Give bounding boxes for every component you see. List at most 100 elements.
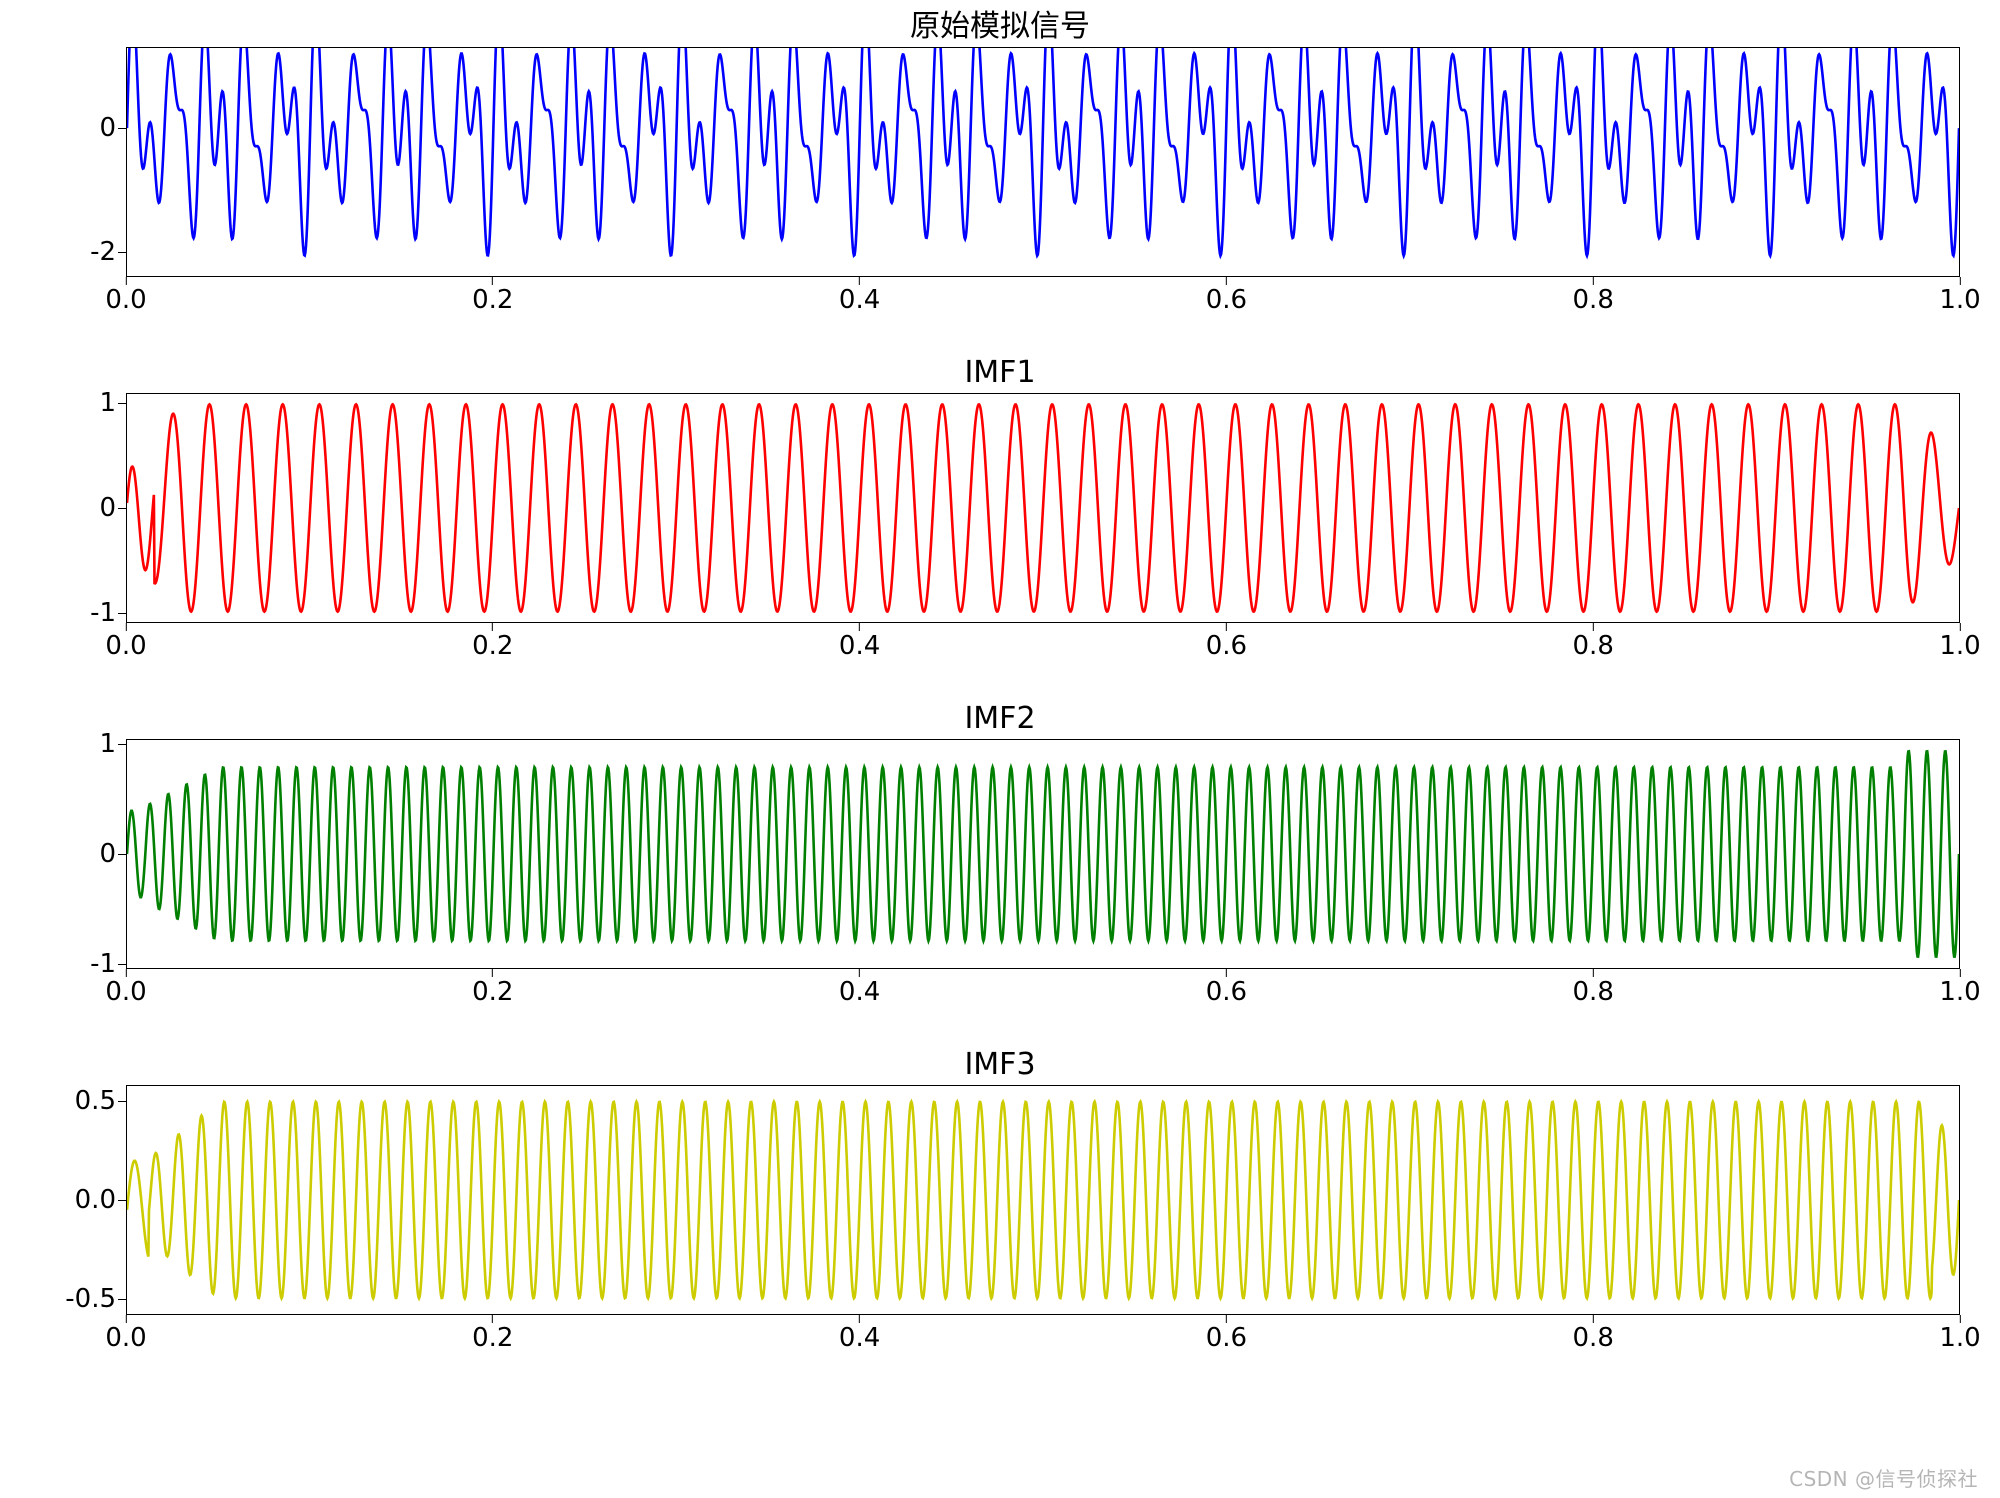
x-tick: 0.2 [472,631,513,661]
plot-title: IMF2 [40,702,1960,735]
x-tick-label: 0.8 [1573,285,1614,315]
subplot-3: IMF3-0.50.00.50.00.20.40.60.81.0 [40,1048,1960,1358]
y-tick: 0 [99,113,116,143]
y-tick: -1 [90,598,116,628]
x-tick-label: 0.0 [105,631,146,661]
x-tick: 0.8 [1573,977,1614,1007]
series-line [127,404,1959,611]
plot-title: IMF1 [40,356,1960,389]
x-tick-label: 0.2 [472,285,513,315]
x-tick-label: 0.0 [105,285,146,315]
x-tick-label: 1.0 [1939,1323,1980,1353]
series-line [127,48,1959,256]
y-tick: 0 [99,493,116,523]
x-axis: 0.00.20.40.60.81.0 [126,277,1960,317]
axes-row: -101 [40,393,1960,623]
y-tick-label: 0.5 [75,1086,116,1116]
x-tick: 1.0 [1939,977,1980,1007]
y-tick: 0 [99,839,116,869]
subplot-2: IMF2-1010.00.20.40.60.81.0 [40,702,1960,1012]
plot-area [126,47,1960,277]
x-axis: 0.00.20.40.60.81.0 [126,1315,1960,1355]
y-tick: -2 [90,237,116,267]
y-tick: 1 [99,388,116,418]
x-tick: 0.0 [105,977,146,1007]
x-tick: 0.2 [472,977,513,1007]
x-tick: 0.4 [839,631,880,661]
x-tick-label: 0.8 [1573,977,1614,1007]
y-tick: 1 [99,729,116,759]
series-line [127,751,1959,956]
watermark: CSDN @信号侦探社 [1789,1463,1978,1492]
x-tick-label: 0.8 [1573,631,1614,661]
plot-area [126,739,1960,969]
x-tick-label: 0.4 [839,285,880,315]
x-tick: 0.2 [472,285,513,315]
x-tick-label: 0.2 [472,631,513,661]
x-tick: 1.0 [1939,285,1980,315]
x-tick: 1.0 [1939,1323,1980,1353]
x-tick: 0.8 [1573,631,1614,661]
subplot-0: 原始模拟信号-200.00.20.40.60.81.0 [40,10,1960,320]
y-tick-label: 1 [99,729,116,759]
x-tick-label: 1.0 [1939,631,1980,661]
x-tick-label: 0.2 [472,977,513,1007]
y-axis: -101 [40,739,126,969]
y-tick: -1 [90,949,116,979]
y-axis: -0.5 0.0 0.5 [40,1085,126,1315]
subplot-1: IMF1-1010.00.20.40.60.81.0 [40,356,1960,666]
line-plot [127,394,1959,622]
x-tick: 0.0 [105,1323,146,1353]
x-tick: 0.6 [1206,977,1247,1007]
y-axis: -2 0 [40,47,126,277]
x-tick: 0.6 [1206,631,1247,661]
x-tick-label: 0.0 [105,1323,146,1353]
line-plot [127,740,1959,968]
axes-row: -2 0 [40,47,1960,277]
figure: 原始模拟信号-200.00.20.40.60.81.0IMF1-1010.00.… [0,0,2000,1498]
y-tick-label: 0 [99,113,116,143]
x-tick: 0.8 [1573,1323,1614,1353]
x-tick-label: 0.2 [472,1323,513,1353]
x-tick: 0.2 [472,1323,513,1353]
y-tick-label: 0 [99,839,116,869]
axes-row: -0.5 0.0 0.5 [40,1085,1960,1315]
y-axis: -101 [40,393,126,623]
x-tick: 0.0 [105,285,146,315]
y-tick: -0.5 [65,1284,116,1314]
x-tick-label: 1.0 [1939,977,1980,1007]
x-axis: 0.00.20.40.60.81.0 [126,623,1960,663]
x-tick: 0.4 [839,1323,880,1353]
x-tick: 0.4 [839,285,880,315]
y-tick: 0.5 [75,1086,116,1116]
y-tick-label: 0 [99,493,116,523]
x-axis: 0.00.20.40.60.81.0 [126,969,1960,1009]
x-tick-label: 0.6 [1206,1323,1247,1353]
x-tick-label: 1.0 [1939,285,1980,315]
x-tick-label: 0.0 [105,977,146,1007]
series-line [127,1102,1959,1299]
y-tick-label: -1 [90,949,116,979]
plot-area [126,393,1960,623]
x-tick-label: 0.6 [1206,631,1247,661]
x-tick: 0.4 [839,977,880,1007]
y-tick-label: -2 [90,237,116,267]
x-tick-label: 0.4 [839,631,880,661]
line-plot [127,48,1959,276]
x-tick: 0.6 [1206,285,1247,315]
x-tick-label: 0.6 [1206,285,1247,315]
x-tick-label: 0.6 [1206,977,1247,1007]
y-tick: 0.0 [75,1185,116,1215]
x-tick-label: 0.8 [1573,1323,1614,1353]
x-tick: 0.8 [1573,285,1614,315]
y-tick-label: 0.0 [75,1185,116,1215]
plot-area [126,1085,1960,1315]
x-tick: 0.6 [1206,1323,1247,1353]
axes-row: -101 [40,739,1960,969]
x-tick-label: 0.4 [839,1323,880,1353]
x-tick-label: 0.4 [839,977,880,1007]
plot-title: IMF3 [40,1048,1960,1081]
plot-title: 原始模拟信号 [40,10,1960,43]
line-plot [127,1086,1959,1314]
y-tick-label: 1 [99,388,116,418]
